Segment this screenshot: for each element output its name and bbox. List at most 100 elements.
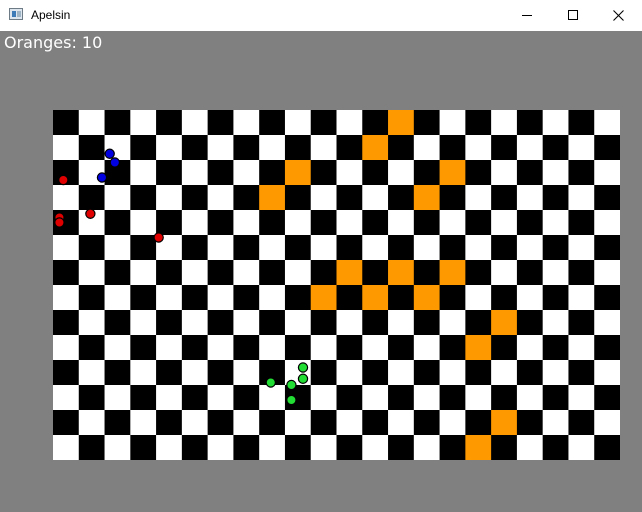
board-cell-orange[interactable] <box>259 185 286 211</box>
board-cell[interactable] <box>310 360 337 386</box>
board-cell[interactable] <box>362 210 389 236</box>
board-cell[interactable] <box>388 410 415 436</box>
board-cell[interactable] <box>542 160 569 186</box>
board-cell-orange[interactable] <box>336 260 363 286</box>
board-cell[interactable] <box>130 310 157 336</box>
board-cell[interactable] <box>594 160 620 186</box>
board-cell[interactable] <box>362 335 389 361</box>
board-cell[interactable] <box>104 335 131 361</box>
board-cell[interactable] <box>284 285 312 311</box>
board-cell[interactable] <box>413 210 440 236</box>
board-cell[interactable] <box>465 410 492 436</box>
board-cell[interactable] <box>516 310 543 336</box>
board-cell[interactable] <box>516 260 543 286</box>
board-cell[interactable] <box>336 285 363 311</box>
board-cell[interactable] <box>310 335 337 361</box>
board-cell[interactable] <box>336 335 363 361</box>
green-piece[interactable] <box>286 394 297 406</box>
board-cell[interactable] <box>465 360 492 386</box>
board-cell[interactable] <box>568 335 595 361</box>
board-cell[interactable] <box>207 135 234 161</box>
board-cell[interactable] <box>259 110 286 136</box>
board-cell[interactable] <box>78 360 105 386</box>
board-cell-orange[interactable] <box>491 410 518 436</box>
board-cell[interactable] <box>233 135 260 161</box>
board-cell[interactable] <box>130 410 157 436</box>
board-cell-orange[interactable] <box>413 285 440 311</box>
board-cell[interactable] <box>594 335 620 361</box>
board-cell[interactable] <box>465 210 492 236</box>
board-cell[interactable] <box>439 285 466 311</box>
board-cell[interactable] <box>53 385 80 411</box>
green-piece[interactable] <box>286 379 297 391</box>
board-cell[interactable] <box>542 260 569 286</box>
board-cell[interactable] <box>259 435 286 460</box>
board-cell[interactable] <box>413 260 440 286</box>
board-cell[interactable] <box>465 260 492 286</box>
board-cell[interactable] <box>104 185 131 211</box>
board-cell[interactable] <box>233 435 260 460</box>
board-cell-orange[interactable] <box>310 285 337 311</box>
board-cell[interactable] <box>362 410 389 436</box>
board-cell[interactable] <box>78 260 105 286</box>
board-cell[interactable] <box>516 110 543 136</box>
board-cell[interactable] <box>259 135 286 161</box>
board-cell[interactable] <box>594 360 620 386</box>
board-cell[interactable] <box>516 160 543 186</box>
board-cell[interactable] <box>310 435 337 460</box>
board-cell[interactable] <box>207 335 234 361</box>
board-cell[interactable] <box>388 210 415 236</box>
board-cell[interactable] <box>594 210 620 236</box>
board-cell[interactable] <box>259 285 286 311</box>
board-cell[interactable] <box>156 185 183 211</box>
board-cell[interactable] <box>336 410 363 436</box>
board-cell[interactable] <box>439 410 466 436</box>
board-cell[interactable] <box>156 285 183 311</box>
board-cell[interactable] <box>388 310 415 336</box>
board-cell[interactable] <box>542 210 569 236</box>
board-cell[interactable] <box>104 360 131 386</box>
board-cell[interactable] <box>207 235 234 261</box>
board-cell[interactable] <box>542 185 569 211</box>
board-cell[interactable] <box>233 385 260 411</box>
board-cell[interactable] <box>259 385 286 411</box>
board-cell[interactable] <box>181 110 208 136</box>
board-cell[interactable] <box>568 360 595 386</box>
board-cell[interactable] <box>542 285 569 311</box>
board-cell[interactable] <box>284 210 312 236</box>
board-cell[interactable] <box>362 260 389 286</box>
board-cell[interactable] <box>388 235 415 261</box>
board-cell[interactable] <box>568 310 595 336</box>
board-cell[interactable] <box>465 310 492 336</box>
board-cell[interactable] <box>156 435 183 460</box>
board-cell[interactable] <box>516 210 543 236</box>
board-cell[interactable] <box>336 360 363 386</box>
board-cell[interactable] <box>78 135 105 161</box>
board-cell[interactable] <box>439 135 466 161</box>
board-cell[interactable] <box>336 160 363 186</box>
blue-piece[interactable] <box>109 157 121 168</box>
board-cell[interactable] <box>233 110 260 136</box>
board-cell-orange[interactable] <box>465 435 492 460</box>
board-cell[interactable] <box>439 360 466 386</box>
board-cell[interactable] <box>259 260 286 286</box>
board-cell[interactable] <box>336 385 363 411</box>
board-cell[interactable] <box>336 310 363 336</box>
board-cell[interactable] <box>104 235 131 261</box>
board-cell[interactable] <box>53 435 80 460</box>
board-cell[interactable] <box>491 260 518 286</box>
board-cell[interactable] <box>594 235 620 261</box>
board-cell[interactable] <box>388 185 415 211</box>
board-cell[interactable] <box>310 410 337 436</box>
board-cell[interactable] <box>233 285 260 311</box>
board-cell[interactable] <box>439 335 466 361</box>
board-cell[interactable] <box>156 310 183 336</box>
board-cell[interactable] <box>156 410 183 436</box>
board-cell-orange[interactable] <box>388 260 415 286</box>
board-cell[interactable] <box>542 385 569 411</box>
board-cell[interactable] <box>78 310 105 336</box>
board-cell[interactable] <box>310 110 337 136</box>
board-cell[interactable] <box>130 185 157 211</box>
board-cell[interactable] <box>53 285 80 311</box>
board-cell[interactable] <box>336 235 363 261</box>
